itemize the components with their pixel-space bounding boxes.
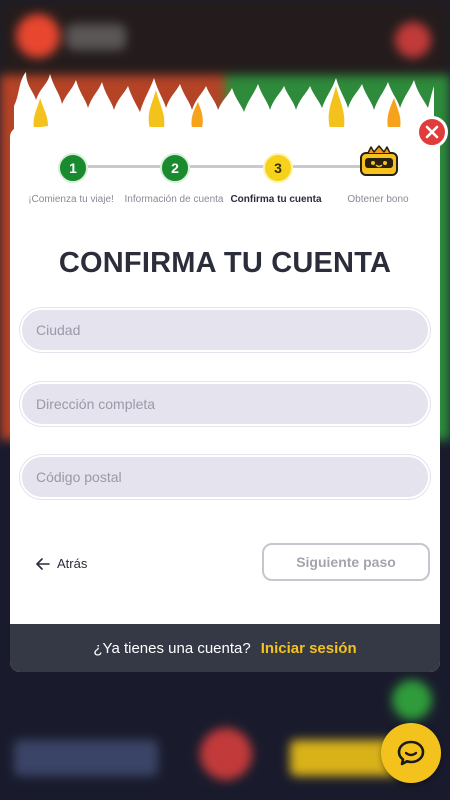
step-3-number: 3 bbox=[274, 160, 282, 176]
postal-code-field[interactable] bbox=[20, 455, 430, 499]
step-2-number: 2 bbox=[171, 160, 179, 176]
step-1-indicator: 1 bbox=[58, 153, 88, 183]
login-footer: ¿Ya tienes una cuenta? Iniciar sesión bbox=[10, 624, 440, 672]
city-field[interactable] bbox=[20, 308, 430, 352]
have-account-text: ¿Ya tienes una cuenta? bbox=[93, 639, 251, 657]
close-icon bbox=[425, 125, 439, 139]
arrow-left-icon bbox=[36, 557, 50, 570]
close-button[interactable] bbox=[416, 116, 448, 148]
background-logo bbox=[16, 14, 60, 58]
step-2-label: Información de cuenta bbox=[124, 194, 224, 205]
step-3-label: Confirma tu cuenta bbox=[230, 194, 322, 205]
chat-button[interactable] bbox=[381, 723, 441, 783]
background-nav-pill bbox=[14, 740, 158, 776]
next-step-button[interactable]: Siguiente paso bbox=[262, 543, 430, 581]
treasure-chest-icon bbox=[360, 145, 398, 176]
registration-modal: 1 2 3 ¡Comienza tu viaje! Información de… bbox=[10, 127, 440, 672]
step-3-indicator: 3 bbox=[263, 153, 293, 183]
background-nav-center bbox=[200, 728, 252, 780]
postal-code-input[interactable] bbox=[22, 457, 428, 497]
address-field[interactable] bbox=[20, 382, 430, 426]
city-input[interactable] bbox=[22, 310, 428, 350]
address-input[interactable] bbox=[22, 384, 428, 424]
background-logo-text bbox=[66, 24, 126, 50]
step-4-label: Obtener bono bbox=[347, 194, 409, 205]
chat-bubble-icon bbox=[397, 740, 425, 766]
stepper-track bbox=[70, 165, 360, 168]
flames-decoration bbox=[14, 72, 434, 136]
back-button[interactable]: Atrás bbox=[36, 556, 87, 571]
step-2-indicator: 2 bbox=[160, 153, 190, 183]
back-label: Atrás bbox=[57, 556, 88, 571]
page-title: CONFIRMA TU CUENTA bbox=[58, 247, 392, 279]
step-1-number: 1 bbox=[69, 160, 77, 176]
progress-stepper: 1 2 3 ¡Comienza tu viaje! Información de… bbox=[10, 127, 440, 237]
step-1-label: ¡Comienza tu viaje! bbox=[28, 194, 114, 205]
login-link[interactable]: Iniciar sesión bbox=[261, 640, 357, 657]
background-menu-button bbox=[395, 22, 431, 58]
background-green-button bbox=[392, 680, 432, 720]
